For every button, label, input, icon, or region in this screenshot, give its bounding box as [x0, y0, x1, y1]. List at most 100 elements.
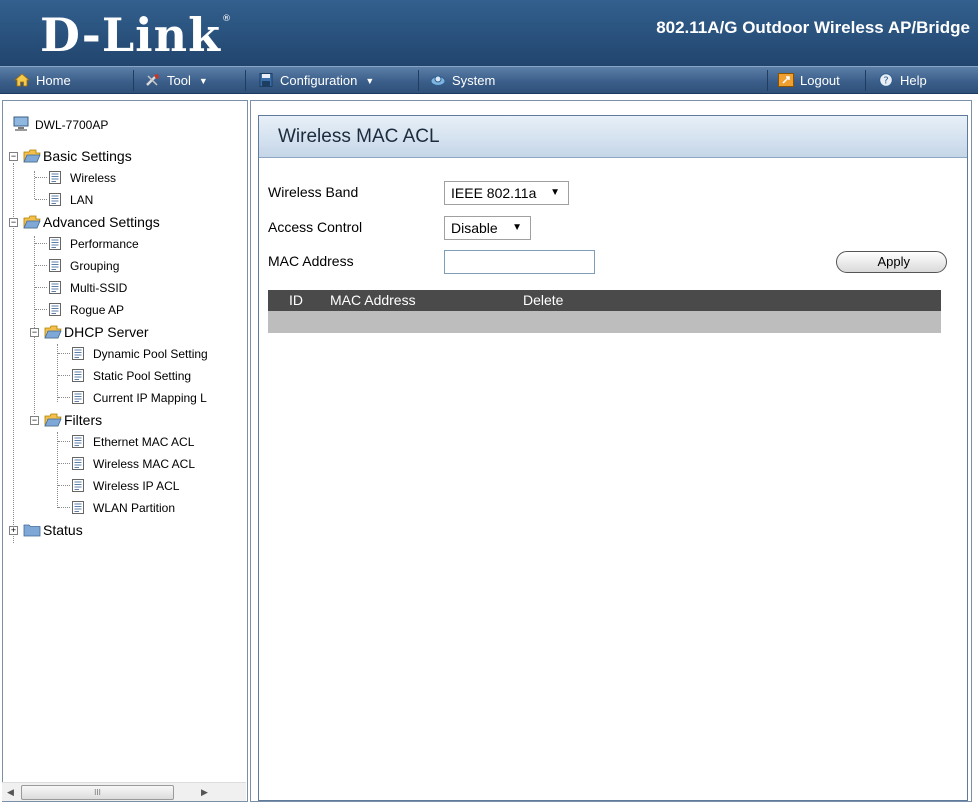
tree-item-dhcp-server[interactable]: DHCP Server [44, 322, 149, 342]
wireless-band-value: IEEE 802.11a [451, 185, 537, 201]
menu-system[interactable]: System [430, 67, 495, 94]
tree-item-performance[interactable]: Performance [49, 234, 139, 254]
tree-line [35, 287, 47, 288]
document-icon [49, 192, 61, 206]
tree-item-label: WLAN Partition [93, 501, 176, 515]
registered-mark: ® [222, 14, 231, 24]
tree-line [58, 441, 70, 442]
menu-separator [133, 70, 134, 91]
tree-item-label: DHCP Server [64, 324, 149, 340]
tree-item-label: Current IP Mapping L [93, 391, 207, 405]
folder-open-icon [44, 324, 62, 339]
tree-item-grouping[interactable]: Grouping [49, 256, 119, 276]
menu-separator [767, 70, 768, 91]
navigation-tree: DWL-7700AP − Basic Settings Wireless LAN… [2, 100, 248, 802]
product-title: 802.11A/G Outdoor Wireless AP/Bridge [656, 18, 970, 37]
tree-item-lan[interactable]: LAN [49, 190, 93, 210]
wireless-band-select[interactable]: IEEE 802.11a ▼ [444, 181, 569, 205]
document-icon [72, 390, 84, 404]
document-icon [72, 346, 84, 360]
tree-item-label: Ethernet MAC ACL [93, 435, 195, 449]
apply-button[interactable]: Apply [836, 251, 947, 273]
document-icon [72, 500, 84, 514]
document-icon [72, 456, 84, 470]
menu-system-label: System [452, 73, 496, 88]
folder-open-icon [44, 412, 62, 427]
tree-item-label: Static Pool Setting [93, 369, 192, 383]
tree-item-status[interactable]: Status [23, 520, 83, 540]
tree-item-label: Advanced Settings [43, 214, 160, 230]
menu-separator [418, 70, 419, 91]
header-banner: D-Link ® 802.11A/G Outdoor Wireless AP/B… [0, 0, 978, 66]
tree-item-wireless[interactable]: Wireless [49, 168, 116, 188]
document-icon [72, 434, 84, 448]
tree-line [58, 463, 70, 464]
folder-closed-icon [23, 522, 41, 537]
collapse-toggle-icon[interactable]: − [9, 152, 18, 161]
tree-item-dynamic-pool[interactable]: Dynamic Pool Setting [72, 344, 208, 364]
tree-root-device[interactable]: DWL-7700AP [13, 115, 108, 135]
tree-item-label: Grouping [70, 259, 120, 273]
tree-item-multi-ssid[interactable]: Multi-SSID [49, 278, 127, 298]
tree-item-label: Dynamic Pool Setting [93, 347, 208, 361]
tree-item-basic-settings[interactable]: Basic Settings [23, 146, 132, 166]
tree-line [35, 177, 47, 178]
tree-item-static-pool[interactable]: Static Pool Setting [72, 366, 191, 386]
chevron-down-icon: ▼ [198, 76, 208, 86]
scroll-left-icon[interactable]: ◀ [2, 783, 19, 802]
menu-home[interactable]: Home [13, 67, 71, 94]
home-icon [13, 69, 31, 87]
tree-item-ethernet-mac-acl[interactable]: Ethernet MAC ACL [72, 432, 194, 452]
document-icon [49, 280, 61, 294]
menu-configuration[interactable]: Configuration ▼ [258, 67, 374, 94]
floppy-icon [258, 69, 274, 87]
tree-line [58, 353, 70, 354]
acl-table-header: ID MAC Address Delete [268, 290, 941, 311]
menu-tool[interactable]: Tool ▼ [145, 67, 208, 94]
page-title: Wireless MAC ACL [259, 116, 967, 158]
menu-logout[interactable]: Logout [778, 67, 840, 94]
tree-item-label: Rogue AP [70, 303, 125, 317]
tree-line [34, 236, 35, 414]
folder-open-icon [23, 214, 41, 229]
tree-item-filters[interactable]: Filters [44, 410, 102, 430]
tree-item-label: Wireless MAC ACL [93, 457, 196, 471]
scrollbar-thumb[interactable]: III [21, 785, 174, 800]
menu-separator [245, 70, 246, 91]
logout-icon [778, 69, 794, 87]
tree-item-current-ip-mapping[interactable]: Current IP Mapping L [72, 388, 207, 408]
tree-item-wireless-mac-acl[interactable]: Wireless MAC ACL [72, 454, 195, 474]
column-header-id: ID [289, 292, 303, 308]
tree-item-label: Wireless [70, 171, 117, 185]
tree-root-label: DWL-7700AP [35, 118, 109, 132]
tree-line [35, 309, 47, 310]
tree-line [35, 199, 47, 200]
collapse-toggle-icon[interactable]: − [30, 328, 39, 337]
menu-bar: Home Tool ▼ Configuration ▼ System Logout … [0, 66, 978, 94]
tree-horizontal-scrollbar[interactable]: ◀ III ▶ [2, 782, 246, 801]
tree-item-wireless-ip-acl[interactable]: Wireless IP ACL [72, 476, 179, 496]
column-header-mac-address: MAC Address [330, 292, 416, 308]
collapse-toggle-icon[interactable]: − [30, 416, 39, 425]
access-control-label: Access Control [268, 219, 363, 235]
tree-item-label: Performance [70, 237, 139, 251]
document-icon [49, 170, 61, 184]
tree-item-wlan-partition[interactable]: WLAN Partition [72, 498, 175, 518]
svg-text:?: ? [883, 76, 888, 87]
mac-address-input[interactable] [444, 250, 595, 274]
collapse-toggle-icon[interactable]: − [9, 218, 18, 227]
expand-toggle-icon[interactable]: + [9, 526, 18, 535]
tree-item-advanced-settings[interactable]: Advanced Settings [23, 212, 160, 232]
scroll-right-icon[interactable]: ▶ [196, 783, 213, 802]
menu-tool-label: Tool [167, 73, 191, 88]
access-control-select[interactable]: Disable ▼ [444, 216, 531, 240]
tree-item-rogue-ap[interactable]: Rogue AP [49, 300, 124, 320]
tree-item-label: Multi-SSID [70, 281, 128, 295]
menu-help-label: Help [900, 73, 927, 88]
tree-item-label: Status [43, 522, 83, 538]
dlink-logo: D-Link [40, 8, 221, 62]
tool-icon [145, 69, 161, 86]
menu-help[interactable]: ? Help [878, 67, 927, 94]
access-control-value: Disable [451, 220, 498, 236]
help-icon: ? [878, 69, 894, 87]
